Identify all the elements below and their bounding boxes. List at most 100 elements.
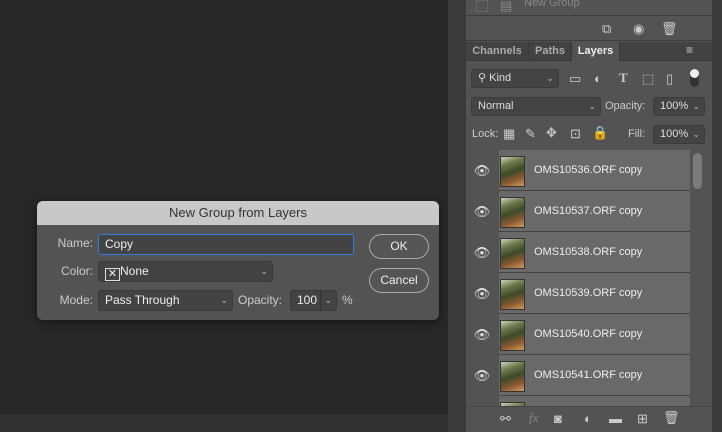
blend-mode-select[interactable]: Normal ⌄	[471, 97, 601, 116]
blend-mode-value: Normal	[478, 100, 514, 112]
layer-name: OMS10539.ORF copy	[534, 287, 643, 299]
mode-label: Mode:	[59, 293, 93, 307]
percent-label: %	[342, 293, 353, 307]
chevron-down-icon[interactable]: ⌄	[692, 126, 700, 143]
panel-gutter	[448, 0, 466, 432]
no-color-icon: ✕	[105, 268, 120, 281]
trash-icon[interactable]: 🗑	[663, 410, 680, 426]
chevron-down-icon: ⌄	[546, 73, 554, 83]
add-mask-icon[interactable]: ◙	[554, 411, 562, 426]
adjustment-layer-icon[interactable]: ◐	[584, 411, 592, 426]
opacity-value: 100	[297, 293, 318, 307]
lock-all-icon[interactable]: 🔒	[592, 125, 608, 141]
chevron-down-icon[interactable]: ⌄	[320, 291, 332, 310]
new-document-from-state-icon[interactable]: ⧉	[602, 21, 611, 37]
layer-row[interactable]	[466, 396, 690, 406]
layer-name: OMS10540.ORF copy	[534, 328, 643, 340]
layer-name: OMS10538.ORF copy	[534, 246, 643, 258]
eye-icon[interactable]: 👁	[466, 191, 498, 232]
layer-row[interactable]: 👁 OMS10538.ORF copy	[466, 232, 690, 273]
ok-button[interactable]: OK	[369, 234, 429, 259]
layer-name: OMS10537.ORF copy	[534, 205, 643, 217]
chevron-down-icon: ⌄	[220, 295, 228, 305]
chevron-down-icon: ⌄	[260, 266, 268, 276]
shape-filter-icon[interactable]: ⬚	[642, 71, 654, 87]
eye-icon[interactable]: 👁	[466, 150, 498, 191]
layer-thumbnail	[500, 156, 525, 187]
cancel-button[interactable]: Cancel	[369, 268, 429, 293]
chevron-down-icon: ⌄	[588, 101, 596, 111]
filter-kind-label: Kind	[489, 72, 512, 84]
panel-edge	[712, 0, 722, 432]
lock-transparent-icon[interactable]: ▦	[503, 126, 515, 142]
eye-icon[interactable]: 👁	[466, 232, 498, 273]
history-item-label: New Group	[524, 0, 580, 9]
name-label: Name:	[57, 236, 93, 250]
mode-value: Pass Through	[105, 293, 180, 307]
filter-toggle[interactable]	[690, 69, 699, 87]
color-label: Color:	[60, 264, 93, 278]
layer-row[interactable]: 👁 OMS10540.ORF copy	[466, 314, 690, 355]
adjustment-filter-icon[interactable]: ◐	[594, 71, 602, 86]
new-layer-icon[interactable]: ⊞	[637, 411, 648, 427]
history-toolbar: ⧉ ◉ 🗑	[466, 17, 712, 41]
layers-list: 👁 OMS10536.ORF copy 👁 OMS10537.ORF copy 👁 O…	[466, 150, 712, 406]
type-filter-icon[interactable]: T	[619, 70, 628, 86]
lock-move-icon[interactable]: ✥	[546, 125, 557, 141]
fill-value: 100%	[660, 128, 689, 140]
layer-row[interactable]: 👁 OMS10537.ORF copy	[466, 191, 690, 232]
eye-icon[interactable]: 👁	[466, 314, 498, 355]
new-group-dialog: New Group from Layers Name: Copy Color: …	[37, 201, 439, 320]
opacity-label: Opacity:	[238, 293, 283, 307]
camera-icon[interactable]: ◉	[633, 21, 644, 37]
lock-label: Lock:	[472, 128, 499, 140]
layer-thumbnail	[500, 238, 525, 269]
history-item[interactable]: ▤ New Group	[466, 0, 712, 16]
fill-field[interactable]: 100% ⌄	[653, 125, 705, 144]
color-select[interactable]: ✕ None ⌄	[98, 261, 273, 282]
smart-object-filter-icon[interactable]: ▯	[666, 71, 673, 87]
eye-icon[interactable]: 👁	[466, 273, 498, 314]
pixel-filter-icon[interactable]: ▭	[569, 71, 581, 87]
lock-brush-icon[interactable]: ✎	[525, 126, 536, 142]
panel-tabs: Channels Paths Layers ≡	[466, 42, 712, 61]
opacity-input[interactable]: 100 ⌄	[290, 290, 337, 311]
canvas-horizontal-scrollbar[interactable]	[0, 414, 448, 432]
link-icon[interactable]: ⚯	[500, 411, 511, 427]
layers-bottom-toolbar: ⚯ fx ◙ ◐ ▬ ⊞ 🗑	[466, 406, 712, 432]
dialog-title: New Group from Layers	[37, 201, 439, 225]
color-value: None	[120, 264, 149, 278]
layer-name: OMS10536.ORF copy	[534, 164, 643, 176]
checkbox-icon[interactable]	[476, 0, 488, 12]
document-icon: ▤	[500, 0, 513, 13]
layers-panel: ▤ New Group ⧉ ◉ 🗑 Channels Paths Layers …	[466, 0, 712, 432]
layer-row[interactable]: 👁 OMS10541.ORF copy	[466, 355, 690, 396]
layer-thumbnail	[500, 197, 525, 228]
layer-row[interactable]: 👁 OMS10536.ORF copy	[466, 150, 690, 191]
search-icon: ⚲	[478, 72, 490, 84]
tab-paths[interactable]: Paths	[529, 42, 572, 61]
layer-thumbnail	[500, 320, 525, 351]
eye-icon[interactable]: 👁	[466, 355, 498, 396]
opacity-label: Opacity:	[605, 100, 646, 112]
lock-artboard-icon[interactable]: ⊡	[570, 126, 581, 142]
eye-icon[interactable]	[466, 396, 498, 406]
mode-select[interactable]: Pass Through ⌄	[98, 290, 233, 311]
layer-thumbnail	[500, 361, 525, 392]
tab-layers[interactable]: Layers	[572, 42, 620, 61]
layer-name: OMS10541.ORF copy	[534, 369, 643, 381]
layer-opacity-field[interactable]: 100% ⌄	[653, 97, 705, 116]
trash-icon[interactable]: 🗑	[661, 21, 678, 37]
panel-menu-icon[interactable]: ≡	[686, 43, 693, 57]
tab-channels[interactable]: Channels	[466, 42, 529, 61]
layer-opacity-value: 100%	[660, 100, 689, 112]
fx-icon[interactable]: fx	[529, 410, 538, 426]
filter-kind-select[interactable]: ⚲ Kind ⌄	[471, 69, 559, 88]
layers-scrollbar[interactable]	[690, 150, 712, 406]
name-input[interactable]: Copy	[98, 234, 354, 255]
fill-label: Fill:	[628, 128, 646, 140]
chevron-down-icon[interactable]: ⌄	[692, 98, 700, 115]
layer-row[interactable]: 👁 OMS10539.ORF copy	[466, 273, 690, 314]
folder-icon[interactable]: ▬	[609, 411, 622, 426]
scrollbar-thumb[interactable]	[693, 153, 702, 189]
